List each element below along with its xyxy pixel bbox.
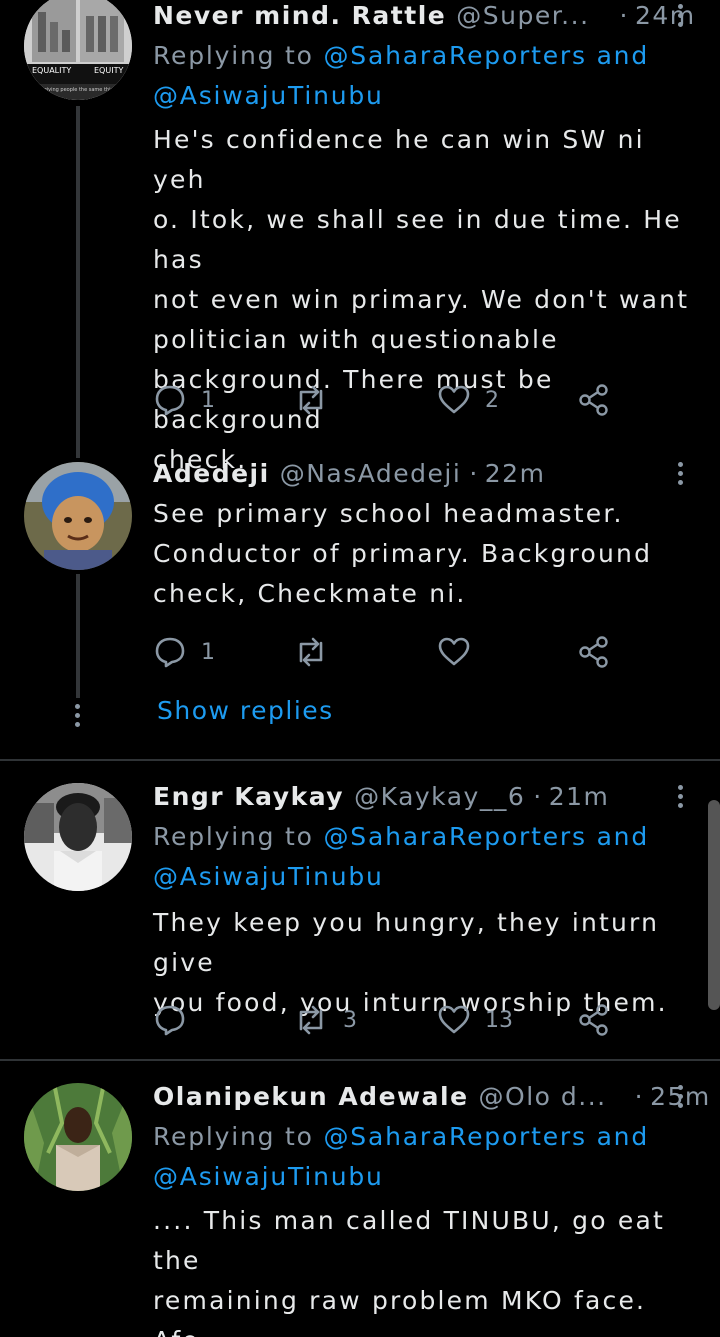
share-icon xyxy=(579,1004,608,1036)
share-button[interactable] xyxy=(577,632,611,672)
avatar-image xyxy=(24,0,132,100)
like-button[interactable]: 13 xyxy=(437,1000,513,1040)
like-count: 13 xyxy=(485,1007,513,1033)
retweet-icon xyxy=(299,637,323,667)
replying-and: and xyxy=(596,41,649,70)
mention-link[interactable]: @AsiwajuTinubu xyxy=(153,81,384,110)
replying-and: and xyxy=(596,822,649,851)
more-vertical-icon[interactable] xyxy=(670,0,690,32)
like-button[interactable]: 2 xyxy=(437,380,499,420)
tweet-card[interactable]: Engr Kaykay @Kaykay__6 · 21m Replying to… xyxy=(0,761,720,1059)
thread-line xyxy=(76,440,80,458)
tweet-card[interactable]: Adedeji @NasAdedeji · 22m See primary sc… xyxy=(0,440,720,760)
tweet-header: Never mind. Rattle @Super... · 24m xyxy=(153,0,698,32)
share-icon xyxy=(579,384,608,416)
retweet-icon xyxy=(299,1005,323,1035)
reply-icon xyxy=(155,385,185,416)
separator-dot: · xyxy=(533,781,543,811)
replying-to: Replying to @SaharaReporters and @Asiwaj… xyxy=(153,36,698,116)
separator-dot: · xyxy=(634,1081,645,1111)
share-icon xyxy=(579,636,608,668)
retweet-button[interactable] xyxy=(293,632,343,672)
tweet-header: Adedeji @NasAdedeji · 22m xyxy=(153,456,698,490)
reply-button[interactable] xyxy=(153,1000,201,1040)
tweet-text: He's confidence he can win SW ni yeh o. … xyxy=(153,125,690,474)
share-button[interactable] xyxy=(577,1000,611,1040)
timestamp[interactable]: 22m xyxy=(485,459,546,488)
mention-link[interactable]: @AsiwajuTinubu xyxy=(153,1162,384,1191)
share-button[interactable] xyxy=(577,380,611,420)
reply-button[interactable]: 1 xyxy=(153,632,215,672)
avatar-caption-left: EQUALITY xyxy=(32,66,72,75)
tweet-text: .... This man called TINUBU, go eat the … xyxy=(153,1206,665,1337)
more-vertical-icon[interactable] xyxy=(670,779,690,813)
mention-link[interactable]: @SaharaReporters xyxy=(324,41,587,70)
reply-icon xyxy=(155,637,185,668)
tweet-actions: 1 xyxy=(153,632,623,672)
like-button[interactable] xyxy=(437,632,485,672)
author-name[interactable]: Never mind. Rattle xyxy=(153,1,446,30)
avatar-image xyxy=(24,783,132,891)
tweet-header: Engr Kaykay @Kaykay__6 · 21m xyxy=(153,779,698,813)
avatar-image xyxy=(24,462,132,570)
reply-icon xyxy=(155,1005,185,1036)
author-handle[interactable]: @NasAdedeji xyxy=(280,459,462,488)
heart-icon xyxy=(438,637,470,666)
mention-link[interactable]: @SaharaReporters xyxy=(324,1122,587,1151)
replying-prefix: Replying to xyxy=(153,41,314,70)
timestamp[interactable]: 21m xyxy=(549,782,610,811)
avatar[interactable]: EQUALITY EQUITY is giving people the sam… xyxy=(24,0,132,100)
reply-button[interactable]: 1 xyxy=(153,380,215,420)
tweet-card[interactable]: Olanipekun Adewale @Olo d... · 25m Reply… xyxy=(0,1061,720,1337)
tweet-text: See primary school headmaster. Conductor… xyxy=(153,499,653,608)
avatar-caption-small: is giving people the same thing xyxy=(38,87,117,93)
replying-prefix: Replying to xyxy=(153,822,314,851)
author-handle[interactable]: @Super... xyxy=(456,1,589,30)
replying-prefix: Replying to xyxy=(153,1122,314,1151)
separator-dot: · xyxy=(469,458,479,488)
author-handle[interactable]: @Kaykay__6 xyxy=(354,782,525,811)
mention-link[interactable]: @AsiwajuTinubu xyxy=(153,862,384,891)
avatar[interactable] xyxy=(24,462,132,570)
author-name[interactable]: Olanipekun Adewale xyxy=(153,1082,469,1111)
retweet-count: 3 xyxy=(343,1007,357,1033)
avatar-image xyxy=(24,1083,132,1191)
more-vertical-icon[interactable] xyxy=(670,456,690,490)
retweet-icon xyxy=(299,385,323,415)
heart-icon xyxy=(438,1005,470,1034)
more-replies-dots xyxy=(75,704,80,727)
retweet-button[interactable] xyxy=(293,380,343,420)
thread-line xyxy=(76,106,80,440)
replying-to: Replying to @SaharaReporters and @Asiwaj… xyxy=(153,817,698,897)
author-name[interactable]: Adedeji xyxy=(153,459,270,488)
separator-dot: · xyxy=(619,0,629,30)
replying-and: and xyxy=(596,1122,649,1151)
reply-count: 1 xyxy=(201,639,215,665)
thread-line xyxy=(76,574,80,698)
mention-link[interactable]: @SaharaReporters xyxy=(324,822,587,851)
tweet-actions: 3 13 xyxy=(153,1000,623,1040)
scrollbar[interactable] xyxy=(708,800,720,1010)
tweet-card[interactable]: EQUALITY EQUITY is giving people the sam… xyxy=(0,0,720,474)
more-vertical-icon[interactable] xyxy=(670,1079,690,1113)
avatar[interactable] xyxy=(24,783,132,891)
avatar-caption-right: EQUITY xyxy=(94,66,124,75)
reply-count: 1 xyxy=(201,387,215,413)
tweet-header: Olanipekun Adewale @Olo d... · 25m xyxy=(153,1079,709,1113)
heart-icon xyxy=(438,385,470,414)
retweet-button[interactable]: 3 xyxy=(293,1000,357,1040)
replying-to: Replying to @SaharaReporters and @Asiwaj… xyxy=(153,1117,698,1197)
show-replies-link[interactable]: Show replies xyxy=(157,696,334,725)
author-handle[interactable]: @Olo d... xyxy=(479,1082,607,1111)
tweet-actions: 1 2 xyxy=(153,380,623,420)
author-name[interactable]: Engr Kaykay xyxy=(153,782,344,811)
avatar[interactable] xyxy=(24,1083,132,1191)
like-count: 2 xyxy=(485,387,499,413)
